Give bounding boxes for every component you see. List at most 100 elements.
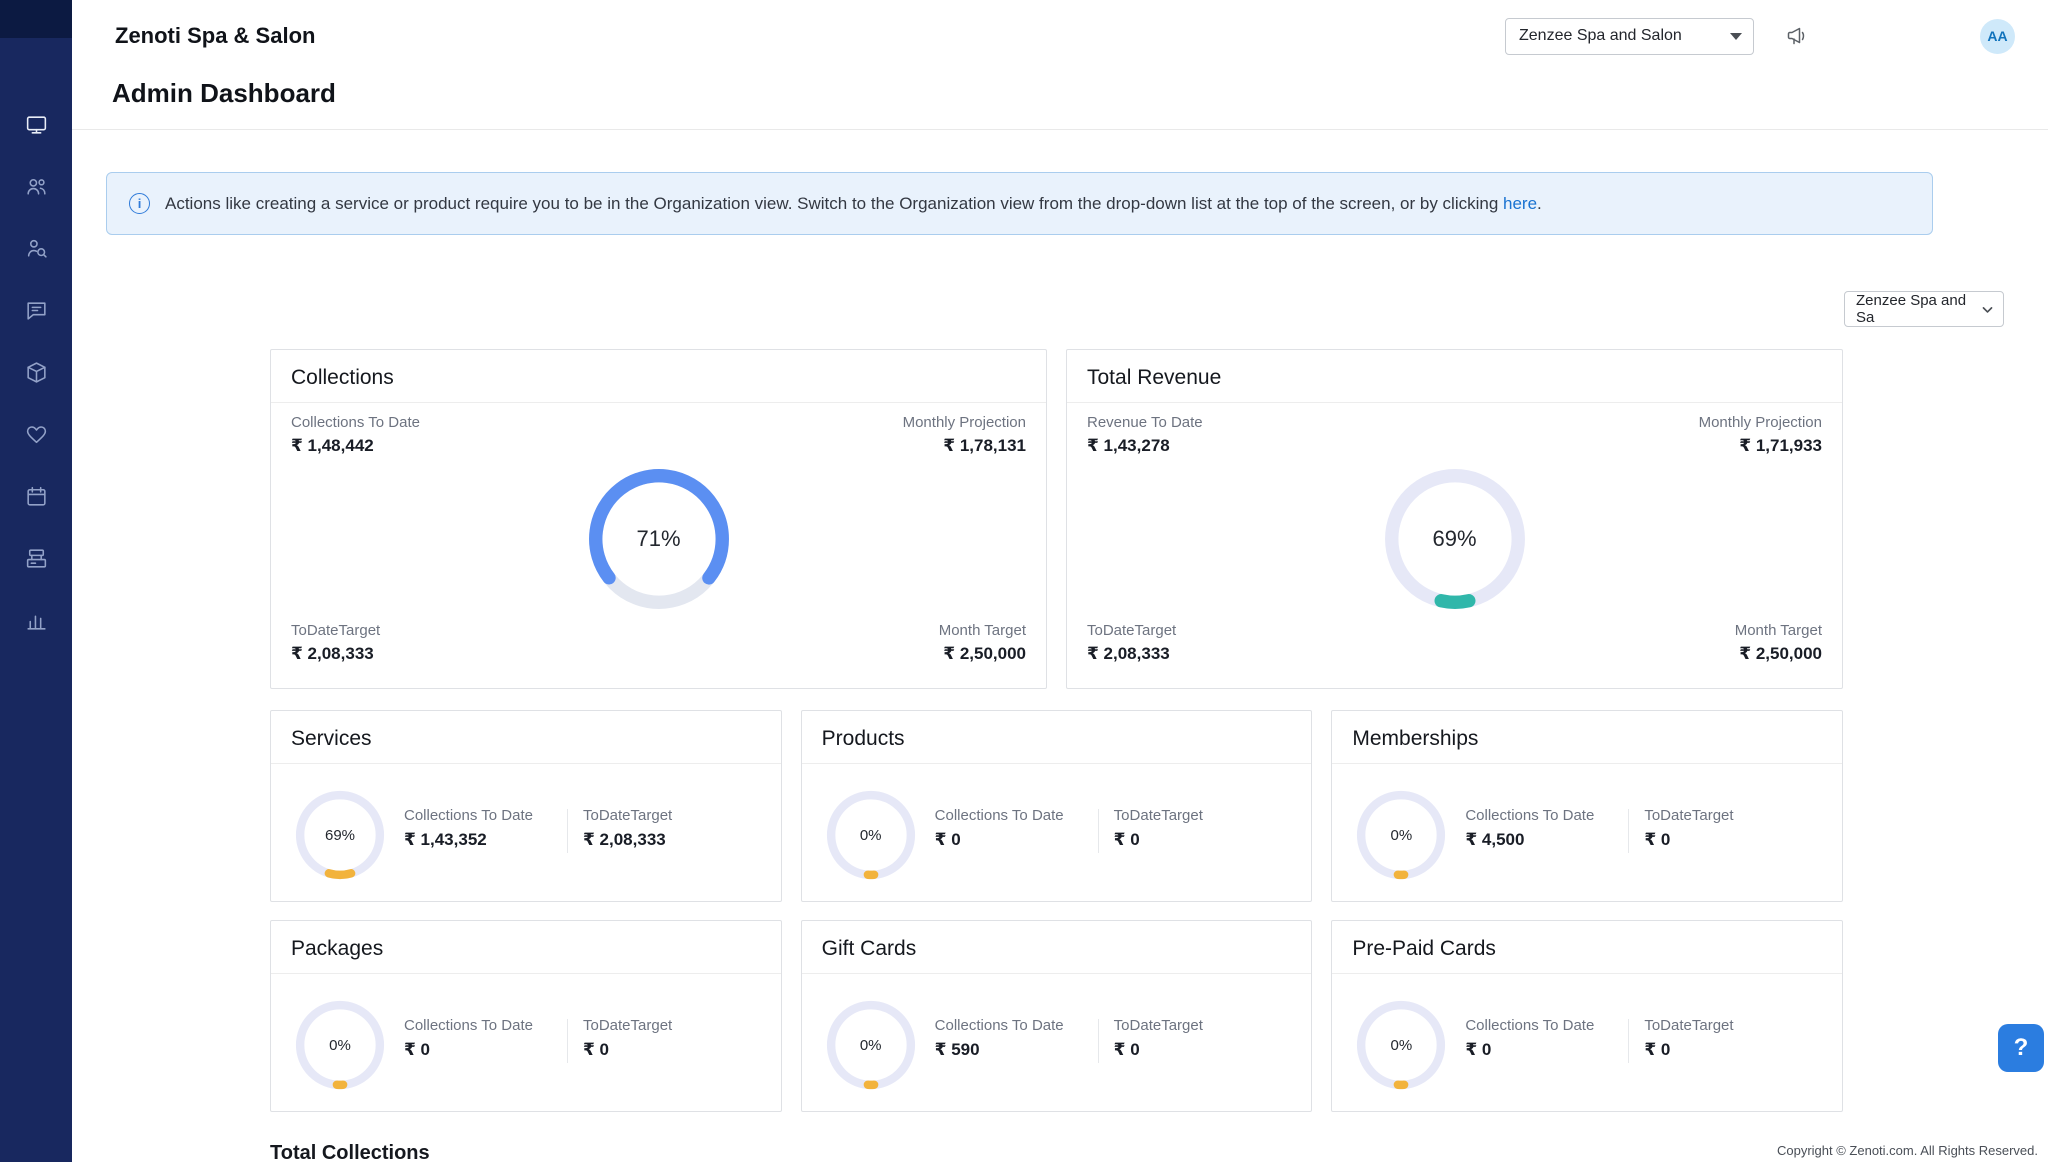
percent-label: 0%	[825, 999, 917, 1091]
stat-to-date-target: ToDateTarget ₹ 0	[1644, 807, 1733, 850]
small-cards-row-1: Services 69% Collections To Date ₹ 1,43,…	[270, 710, 1843, 902]
packages-donut-chart: 0%	[294, 999, 386, 1091]
card-divider	[271, 973, 781, 974]
org-select[interactable]: Zenzee Spa and Salon	[1505, 18, 1754, 55]
stat-to-date-target: ToDateTarget ₹ 0	[1114, 807, 1203, 850]
banner-text: Actions like creating a service or produ…	[165, 194, 1542, 214]
card-divider	[802, 763, 1312, 764]
percent-label: 0%	[1355, 789, 1447, 881]
card-title: Total Revenue	[1087, 366, 1221, 390]
card-divider	[1332, 973, 1842, 974]
sidebar	[0, 0, 72, 1162]
stat-to-date-target: ToDateTarget ₹ 2,08,333	[583, 807, 672, 850]
big-cards-row: Collections Collections To Date ₹ 1,48,4…	[270, 349, 1843, 689]
card-title: Gift Cards	[822, 937, 917, 961]
percent-label: 0%	[825, 789, 917, 881]
dashboard-icon[interactable]	[22, 110, 50, 138]
stat-monthly-projection: Monthly Projection ₹ 1,71,933	[1699, 414, 1822, 456]
main-area: Zenoti Spa & Salon Zenzee Spa and Salon …	[72, 0, 2048, 1162]
card-pre-paid-cards: Pre-Paid Cards 0% Collections To Date ₹ …	[1331, 920, 1843, 1112]
stat-collections-to-date: Collections To Date ₹ 0	[1465, 1017, 1594, 1060]
stat-divider	[567, 1019, 568, 1063]
small-cards-row-2: Packages 0% Collections To Date ₹ 0 ToDa…	[270, 920, 1843, 1112]
percent-label: 0%	[1355, 999, 1447, 1091]
stat-month-target: Month Target ₹ 2,50,000	[939, 622, 1026, 664]
title-row: Admin Dashboard	[72, 72, 2048, 130]
feedback-icon[interactable]	[22, 296, 50, 324]
page-title: Admin Dashboard	[112, 78, 2048, 109]
center-filter-label: Zenzee Spa and Sa	[1856, 292, 1981, 326]
total-revenue-donut-chart: 69%	[1382, 466, 1528, 612]
sidebar-logo-block	[0, 0, 72, 38]
card-divider	[271, 763, 781, 764]
banner-link[interactable]: here	[1503, 194, 1537, 213]
stat-divider	[1628, 1019, 1629, 1063]
dropdown-arrow-icon	[1730, 33, 1742, 40]
stat-divider	[1098, 1019, 1099, 1063]
stat-to-date-target: ToDateTarget ₹ 2,08,333	[291, 622, 380, 664]
center-filter-select[interactable]: Zenzee Spa and Sa	[1844, 291, 2004, 327]
card-divider	[1067, 402, 1842, 403]
card-gift-cards: Gift Cards 0% Collections To Date ₹ 590 …	[801, 920, 1313, 1112]
card-title: Collections	[291, 366, 394, 390]
total-collections-heading: Total Collections	[270, 1142, 1843, 1162]
stat-collections-to-date: Collections To Date ₹ 590	[935, 1017, 1064, 1060]
memberships-donut-chart: 0%	[1355, 789, 1447, 881]
cards-area: Collections Collections To Date ₹ 1,48,4…	[270, 349, 1843, 1162]
stat-to-date-target: ToDateTarget ₹ 2,08,333	[1087, 622, 1176, 664]
card-collections: Collections Collections To Date ₹ 1,48,4…	[270, 349, 1047, 689]
card-memberships: Memberships 0% Collections To Date ₹ 4,5…	[1331, 710, 1843, 902]
pre-paid-cards-donut-chart: 0%	[1355, 999, 1447, 1091]
chevron-down-icon	[1981, 303, 1994, 316]
card-title: Services	[291, 727, 372, 751]
percent-label: 69%	[1382, 466, 1528, 612]
card-title: Products	[822, 727, 905, 751]
loyalty-icon[interactable]	[22, 420, 50, 448]
sidebar-nav	[0, 110, 72, 634]
stat-monthly-projection: Monthly Projection ₹ 1,78,131	[903, 414, 1026, 456]
services-donut-chart: 69%	[294, 789, 386, 881]
collections-donut-chart: 71%	[586, 466, 732, 612]
register-icon[interactable]	[22, 544, 50, 572]
stat-collections-to-date: Collections To Date ₹ 0	[935, 807, 1064, 850]
card-title: Packages	[291, 937, 383, 961]
filter-row: Zenzee Spa and Sa	[72, 291, 2004, 327]
card-title: Memberships	[1352, 727, 1478, 751]
stat-to-date-target: ToDateTarget ₹ 0	[1114, 1017, 1203, 1060]
reports-icon[interactable]	[22, 606, 50, 634]
card-total-revenue: Total Revenue Revenue To Date ₹ 1,43,278…	[1066, 349, 1843, 689]
card-services: Services 69% Collections To Date ₹ 1,43,…	[270, 710, 782, 902]
percent-label: 0%	[294, 999, 386, 1091]
stat-divider	[1098, 809, 1099, 853]
gift-cards-donut-chart: 0%	[825, 999, 917, 1091]
stat-collections-to-date: Collections To Date ₹ 1,43,352	[404, 807, 533, 850]
card-divider	[802, 973, 1312, 974]
stat-divider	[1628, 809, 1629, 853]
top-bar-right: Zenzee Spa and Salon AA	[1505, 18, 2015, 55]
stat-revenue-to-date: Revenue To Date ₹ 1,43,278	[1087, 414, 1203, 456]
card-packages: Packages 0% Collections To Date ₹ 0 ToDa…	[270, 920, 782, 1112]
card-divider	[1332, 763, 1842, 764]
stat-divider	[567, 809, 568, 853]
percent-label: 71%	[586, 466, 732, 612]
copyright-text: Copyright © Zenoti.com. All Rights Reser…	[1777, 1143, 2038, 1158]
card-title: Pre-Paid Cards	[1352, 937, 1496, 961]
employees-icon[interactable]	[22, 172, 50, 200]
info-icon: i	[129, 193, 150, 214]
stat-collections-to-date: Collections To Date ₹ 4,500	[1465, 807, 1594, 850]
info-banner: i Actions like creating a service or pro…	[106, 172, 1933, 235]
top-bar: Zenoti Spa & Salon Zenzee Spa and Salon …	[72, 0, 2048, 72]
app-title: Zenoti Spa & Salon	[115, 23, 315, 49]
appointments-icon[interactable]	[22, 482, 50, 510]
megaphone-icon[interactable]	[1782, 21, 1812, 51]
stat-to-date-target: ToDateTarget ₹ 0	[1644, 1017, 1733, 1060]
products-donut-chart: 0%	[825, 789, 917, 881]
stat-collections-to-date: Collections To Date ₹ 1,48,442	[291, 414, 420, 456]
card-divider	[271, 402, 1046, 403]
inventory-icon[interactable]	[22, 358, 50, 386]
guest-search-icon[interactable]	[22, 234, 50, 262]
card-products: Products 0% Collections To Date ₹ 0 ToDa…	[801, 710, 1313, 902]
help-button[interactable]: ?	[1998, 1024, 2044, 1072]
avatar[interactable]: AA	[1980, 19, 2015, 54]
stat-to-date-target: ToDateTarget ₹ 0	[583, 1017, 672, 1060]
